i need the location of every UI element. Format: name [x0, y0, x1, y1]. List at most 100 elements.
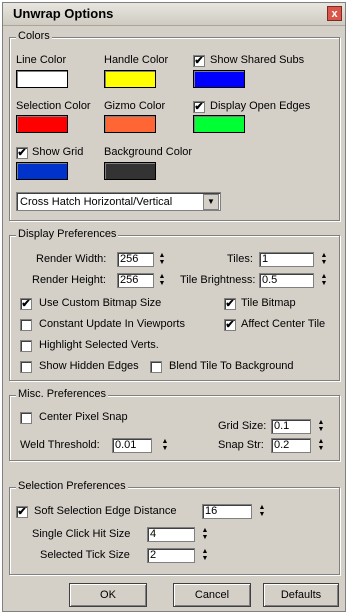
- blend-tile-checkbox[interactable]: [150, 361, 162, 373]
- spinner-down-icon[interactable]: ▼: [200, 534, 210, 541]
- title-bar[interactable]: Unwrap Options x: [3, 3, 345, 26]
- spinner-down-icon[interactable]: ▼: [319, 259, 329, 266]
- tile-brightness-spinner[interactable]: ▲ ▼: [319, 273, 329, 288]
- single-click-spinner[interactable]: ▲ ▼: [200, 527, 210, 542]
- grid-size-spinner[interactable]: ▲ ▼: [316, 419, 326, 434]
- shared-subs-color-swatch[interactable]: [193, 70, 245, 88]
- colors-group: Colors Line Color Handle Color ✔ Show Sh…: [9, 30, 340, 221]
- render-width-field[interactable]: 256: [117, 252, 154, 267]
- use-custom-bitmap-size-label: Use Custom Bitmap Size: [39, 297, 162, 309]
- display-open-edges-checkbox[interactable]: ✔: [193, 101, 205, 113]
- weld-threshold-spinner[interactable]: ▲ ▼: [160, 438, 170, 453]
- ok-button[interactable]: OK: [69, 583, 147, 607]
- affect-center-tile-checkbox[interactable]: ✔: [224, 319, 236, 331]
- spinner-up-icon[interactable]: ▲: [157, 273, 167, 280]
- spinner-down-icon[interactable]: ▼: [257, 511, 267, 518]
- spinner-down-icon[interactable]: ▼: [157, 259, 167, 266]
- handle-color-label: Handle Color: [104, 54, 169, 66]
- tiles-field[interactable]: 1: [259, 252, 314, 267]
- grid-color-swatch[interactable]: [16, 162, 68, 180]
- hatch-pattern-value: Cross Hatch Horizontal/Vertical: [20, 196, 173, 208]
- render-width-label: Render Width:: [36, 253, 107, 265]
- window-title: Unwrap Options: [13, 6, 114, 21]
- render-height-label: Render Height:: [32, 274, 106, 286]
- gizmo-color-swatch[interactable]: [104, 115, 156, 133]
- soft-selection-checkbox[interactable]: ✔: [16, 506, 28, 518]
- display-preferences-label: Display Preferences: [16, 228, 119, 240]
- open-edges-color-swatch[interactable]: [193, 115, 245, 133]
- hatch-pattern-select[interactable]: Cross Hatch Horizontal/Vertical ▼: [16, 192, 221, 211]
- use-custom-bitmap-size-checkbox[interactable]: ✔: [20, 298, 32, 310]
- spinner-down-icon[interactable]: ▼: [319, 280, 329, 287]
- spinner-down-icon[interactable]: ▼: [160, 445, 170, 452]
- tile-brightness-label: Tile Brightness:: [180, 274, 256, 286]
- spinner-up-icon[interactable]: ▲: [200, 548, 210, 555]
- center-pixel-snap-checkbox[interactable]: [20, 412, 32, 424]
- affect-center-tile-label: Affect Center Tile: [241, 318, 326, 330]
- soft-selection-label: Soft Selection Edge Distance: [34, 505, 177, 517]
- show-shared-subs-label: Show Shared Subs: [210, 54, 305, 66]
- show-grid-checkbox[interactable]: ✔: [16, 147, 28, 159]
- grid-size-field[interactable]: 0.1: [271, 419, 311, 434]
- selection-preferences-group: Selection Preferences ✔ Soft Selection E…: [9, 480, 340, 575]
- tile-brightness-field[interactable]: 0.5: [259, 273, 314, 288]
- chevron-down-icon[interactable]: ▼: [203, 194, 219, 210]
- show-hidden-edges-label: Show Hidden Edges: [39, 360, 139, 372]
- tile-bitmap-label: Tile Bitmap: [241, 297, 296, 309]
- tile-bitmap-checkbox[interactable]: ✔: [224, 298, 236, 310]
- tiles-label: Tiles:: [227, 253, 253, 265]
- spinner-up-icon[interactable]: ▲: [316, 438, 326, 445]
- snap-str-spinner[interactable]: ▲ ▼: [316, 438, 326, 453]
- selected-tick-spinner[interactable]: ▲ ▼: [200, 548, 210, 563]
- selected-tick-label: Selected Tick Size: [40, 549, 130, 561]
- misc-preferences-group: Misc. Preferences Center Pixel Snap Grid…: [9, 388, 340, 461]
- misc-preferences-label: Misc. Preferences: [16, 388, 109, 400]
- single-click-label: Single Click Hit Size: [32, 528, 131, 540]
- defaults-button[interactable]: Defaults: [263, 583, 339, 607]
- spinner-down-icon[interactable]: ▼: [200, 555, 210, 562]
- colors-group-label: Colors: [16, 30, 52, 42]
- grid-size-label: Grid Size:: [218, 420, 267, 432]
- selected-tick-field[interactable]: 2: [147, 548, 195, 563]
- snap-str-label: Snap Str:: [218, 439, 264, 451]
- soft-selection-field[interactable]: 16: [202, 504, 252, 519]
- constant-update-label: Constant Update In Viewports: [39, 318, 185, 330]
- line-color-swatch[interactable]: [16, 70, 68, 88]
- background-color-swatch[interactable]: [104, 162, 156, 180]
- single-click-field[interactable]: 4: [147, 527, 195, 542]
- highlight-selected-checkbox[interactable]: [20, 340, 32, 352]
- spinner-up-icon[interactable]: ▲: [160, 438, 170, 445]
- spinner-up-icon[interactable]: ▲: [257, 504, 267, 511]
- center-pixel-snap-label: Center Pixel Snap: [39, 411, 128, 423]
- selection-color-swatch[interactable]: [16, 115, 68, 133]
- soft-selection-spinner[interactable]: ▲ ▼: [257, 504, 267, 519]
- spinner-up-icon[interactable]: ▲: [319, 252, 329, 259]
- show-shared-subs-checkbox[interactable]: ✔: [193, 55, 205, 67]
- render-height-field[interactable]: 256: [117, 273, 154, 288]
- close-icon[interactable]: x: [327, 6, 342, 21]
- spinner-down-icon[interactable]: ▼: [157, 280, 167, 287]
- cancel-button[interactable]: Cancel: [173, 583, 251, 607]
- gizmo-color-label: Gizmo Color: [104, 100, 166, 112]
- display-open-edges-label: Display Open Edges: [210, 100, 311, 112]
- spinner-up-icon[interactable]: ▲: [200, 527, 210, 534]
- line-color-label: Line Color: [16, 54, 67, 66]
- blend-tile-label: Blend Tile To Background: [169, 360, 294, 372]
- selection-color-label: Selection Color: [16, 100, 91, 112]
- spinner-up-icon[interactable]: ▲: [316, 419, 326, 426]
- spinner-down-icon[interactable]: ▼: [316, 445, 326, 452]
- spinner-up-icon[interactable]: ▲: [319, 273, 329, 280]
- unwrap-options-window: Unwrap Options x Colors Line Color Handl…: [2, 2, 346, 612]
- show-grid-label: Show Grid: [32, 146, 84, 158]
- handle-color-swatch[interactable]: [104, 70, 156, 88]
- weld-threshold-field[interactable]: 0.01: [112, 438, 152, 453]
- show-hidden-edges-checkbox[interactable]: [20, 361, 32, 373]
- render-width-spinner[interactable]: ▲ ▼: [157, 252, 167, 267]
- tiles-spinner[interactable]: ▲ ▼: [319, 252, 329, 267]
- background-color-label: Background Color: [104, 146, 193, 158]
- spinner-up-icon[interactable]: ▲: [157, 252, 167, 259]
- snap-str-field[interactable]: 0.2: [271, 438, 311, 453]
- spinner-down-icon[interactable]: ▼: [316, 426, 326, 433]
- render-height-spinner[interactable]: ▲ ▼: [157, 273, 167, 288]
- constant-update-checkbox[interactable]: [20, 319, 32, 331]
